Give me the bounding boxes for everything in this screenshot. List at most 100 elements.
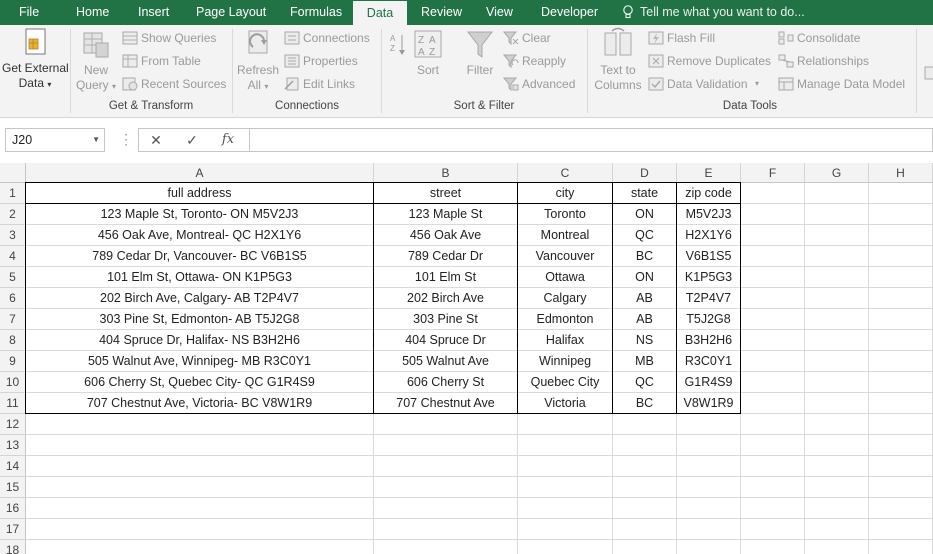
empty-cell[interactable] bbox=[741, 246, 805, 267]
empty-cell[interactable] bbox=[869, 204, 933, 225]
empty-cell[interactable] bbox=[677, 519, 741, 540]
table-cell[interactable]: 202 Birch Ave bbox=[374, 288, 518, 309]
column-header-g[interactable]: G bbox=[805, 163, 869, 183]
empty-cell[interactable] bbox=[869, 351, 933, 372]
empty-cell[interactable] bbox=[374, 519, 518, 540]
table-header-cell[interactable]: city bbox=[518, 183, 613, 204]
table-cell[interactable]: Ottawa bbox=[518, 267, 613, 288]
tab-home[interactable]: Home bbox=[76, 0, 109, 25]
table-cell[interactable]: Victoria bbox=[518, 393, 613, 414]
empty-cell[interactable] bbox=[518, 477, 613, 498]
table-cell[interactable]: 303 Pine St bbox=[374, 309, 518, 330]
chevron-down-icon[interactable]: ▼ bbox=[92, 129, 100, 151]
empty-cell[interactable] bbox=[805, 372, 869, 393]
empty-cell[interactable] bbox=[805, 540, 869, 554]
empty-cell[interactable] bbox=[518, 414, 613, 435]
empty-cell[interactable] bbox=[869, 498, 933, 519]
empty-cell[interactable] bbox=[805, 414, 869, 435]
empty-cell[interactable] bbox=[869, 330, 933, 351]
empty-cell[interactable] bbox=[741, 204, 805, 225]
text-to-columns-button[interactable]: Text to Columns bbox=[592, 27, 644, 93]
table-cell[interactable]: 303 Pine St, Edmonton- AB T5J2G8 bbox=[26, 309, 374, 330]
table-cell[interactable]: 101 Elm St, Ottawa- ON K1P5G3 bbox=[26, 267, 374, 288]
empty-cell[interactable] bbox=[613, 456, 677, 477]
table-cell[interactable]: Winnipeg bbox=[518, 351, 613, 372]
table-cell[interactable]: BC bbox=[613, 393, 677, 414]
row-header[interactable]: 5 bbox=[0, 267, 26, 288]
empty-cell[interactable] bbox=[805, 330, 869, 351]
empty-cell[interactable] bbox=[518, 540, 613, 554]
row-header[interactable]: 18 bbox=[0, 540, 26, 554]
sort-az-button[interactable]: A Z bbox=[386, 31, 410, 61]
empty-cell[interactable] bbox=[741, 288, 805, 309]
empty-cell[interactable] bbox=[741, 435, 805, 456]
table-cell[interactable]: Vancouver bbox=[518, 246, 613, 267]
empty-cell[interactable] bbox=[869, 393, 933, 414]
row-header[interactable]: 16 bbox=[0, 498, 26, 519]
table-cell[interactable]: 101 Elm St bbox=[374, 267, 518, 288]
empty-cell[interactable] bbox=[805, 267, 869, 288]
empty-cell[interactable] bbox=[741, 351, 805, 372]
row-header[interactable]: 1 bbox=[0, 183, 26, 204]
table-cell[interactable]: B3H2H6 bbox=[677, 330, 741, 351]
table-cell[interactable]: 505 Walnut Ave bbox=[374, 351, 518, 372]
empty-cell[interactable] bbox=[869, 435, 933, 456]
row-header[interactable]: 11 bbox=[0, 393, 26, 414]
empty-cell[interactable] bbox=[869, 477, 933, 498]
empty-cell[interactable] bbox=[613, 435, 677, 456]
table-cell[interactable]: 456 Oak Ave, Montreal- QC H2X1Y6 bbox=[26, 225, 374, 246]
table-cell[interactable]: V6B1S5 bbox=[677, 246, 741, 267]
select-all-corner[interactable] bbox=[0, 163, 26, 183]
name-box[interactable]: J20 ▼ bbox=[5, 128, 105, 152]
empty-cell[interactable] bbox=[741, 540, 805, 554]
empty-cell[interactable] bbox=[677, 540, 741, 554]
empty-cell[interactable] bbox=[869, 183, 933, 204]
tab-developer[interactable]: Developer bbox=[541, 0, 598, 25]
row-header[interactable]: 9 bbox=[0, 351, 26, 372]
row-header[interactable]: 3 bbox=[0, 225, 26, 246]
formula-bar-grip-icon[interactable]: ⋮ bbox=[119, 132, 133, 146]
empty-cell[interactable] bbox=[26, 477, 374, 498]
empty-cell[interactable] bbox=[869, 267, 933, 288]
row-header[interactable]: 12 bbox=[0, 414, 26, 435]
empty-cell[interactable] bbox=[518, 435, 613, 456]
empty-cell[interactable] bbox=[26, 540, 374, 554]
row-header[interactable]: 15 bbox=[0, 477, 26, 498]
empty-cell[interactable] bbox=[741, 393, 805, 414]
empty-cell[interactable] bbox=[869, 372, 933, 393]
empty-cell[interactable] bbox=[741, 456, 805, 477]
empty-cell[interactable] bbox=[741, 330, 805, 351]
column-header-a[interactable]: A bbox=[26, 163, 374, 183]
table-cell[interactable]: AB bbox=[613, 288, 677, 309]
empty-cell[interactable] bbox=[374, 414, 518, 435]
empty-cell[interactable] bbox=[677, 414, 741, 435]
table-cell[interactable]: G1R4S9 bbox=[677, 372, 741, 393]
empty-cell[interactable] bbox=[869, 414, 933, 435]
table-cell[interactable]: T5J2G8 bbox=[677, 309, 741, 330]
table-cell[interactable]: 123 Maple St, Toronto- ON M5V2J3 bbox=[26, 204, 374, 225]
table-cell[interactable]: ON bbox=[613, 204, 677, 225]
empty-cell[interactable] bbox=[805, 456, 869, 477]
table-header-cell[interactable]: state bbox=[613, 183, 677, 204]
empty-cell[interactable] bbox=[741, 372, 805, 393]
empty-cell[interactable] bbox=[805, 246, 869, 267]
empty-cell[interactable] bbox=[677, 498, 741, 519]
table-cell[interactable]: Toronto bbox=[518, 204, 613, 225]
column-header-b[interactable]: B bbox=[374, 163, 518, 183]
empty-cell[interactable] bbox=[805, 435, 869, 456]
empty-cell[interactable] bbox=[26, 498, 374, 519]
empty-cell[interactable] bbox=[374, 477, 518, 498]
table-cell[interactable]: 707 Chestnut Ave, Victoria- BC V8W1R9 bbox=[26, 393, 374, 414]
empty-cell[interactable] bbox=[805, 498, 869, 519]
row-header[interactable]: 6 bbox=[0, 288, 26, 309]
empty-cell[interactable] bbox=[805, 393, 869, 414]
table-cell[interactable]: M5V2J3 bbox=[677, 204, 741, 225]
empty-cell[interactable] bbox=[374, 435, 518, 456]
empty-cell[interactable] bbox=[677, 456, 741, 477]
row-header[interactable]: 2 bbox=[0, 204, 26, 225]
row-header[interactable]: 10 bbox=[0, 372, 26, 393]
tab-view[interactable]: View bbox=[486, 0, 513, 25]
empty-cell[interactable] bbox=[613, 477, 677, 498]
empty-cell[interactable] bbox=[741, 414, 805, 435]
table-cell[interactable]: 123 Maple St bbox=[374, 204, 518, 225]
